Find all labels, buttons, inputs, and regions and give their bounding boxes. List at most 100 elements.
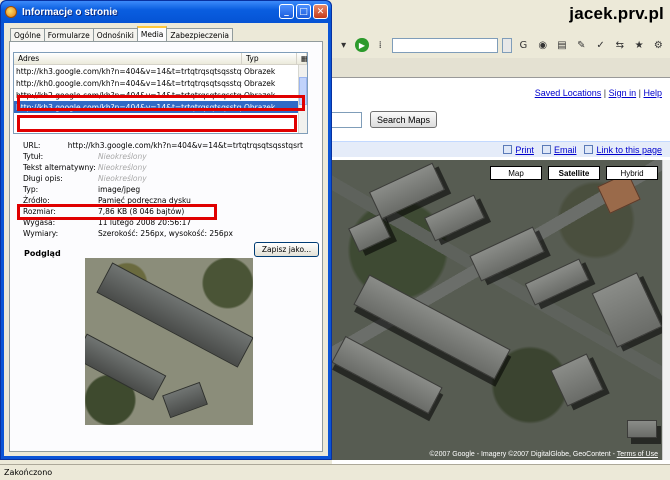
prop-url: URL: http://kh3.google.com/kh?n=404&v=14&… bbox=[23, 140, 303, 151]
translate-icon[interactable]: ⇆ bbox=[612, 37, 627, 53]
prop-value: Nieokreślony bbox=[98, 163, 147, 172]
top-links: Saved Locations | Sign in | Help bbox=[535, 88, 662, 98]
prop-value: Pamięć podręczna dysku bbox=[98, 196, 191, 205]
saved-locations-link[interactable]: Saved Locations bbox=[535, 88, 602, 98]
page-scrollbar[interactable] bbox=[662, 160, 670, 460]
item-url: http://kh3.google.com/kh?n=404&v=14&t=tr… bbox=[16, 66, 242, 76]
tab-strip bbox=[332, 58, 670, 78]
list-item[interactable]: http://kh3.google.com/kh?n=404&v=14&t=tr… bbox=[14, 65, 307, 77]
prop-source: Źródło: Pamięć podręczna dysku bbox=[23, 195, 303, 206]
pagerank-icon[interactable]: ▤ bbox=[554, 37, 569, 53]
maps-search-input[interactable] bbox=[332, 112, 362, 128]
email-label: Email bbox=[553, 144, 577, 155]
options-icon[interactable]: ⚙ bbox=[651, 37, 666, 53]
map-button[interactable]: Map bbox=[490, 166, 542, 180]
status-bar: Zakończono bbox=[0, 464, 670, 480]
tab-media[interactable]: Media bbox=[136, 26, 168, 41]
print-label: Print bbox=[515, 144, 534, 155]
spellcheck-icon[interactable]: ✓ bbox=[593, 37, 608, 53]
maps-page: Saved Locations | Sign in | Help Search … bbox=[332, 78, 670, 464]
list-scrollbar[interactable] bbox=[298, 65, 307, 133]
item-type: Obrazek bbox=[244, 78, 276, 88]
watermark: jacek.prv.pl bbox=[569, 4, 664, 23]
media-list-header: Adres Typ ▦ bbox=[14, 53, 307, 65]
prop-value: Nieokreślony bbox=[98, 152, 147, 161]
satellite-button[interactable]: Satellite bbox=[548, 166, 600, 180]
preview-heading: Podgląd bbox=[24, 249, 61, 258]
satellite-map[interactable]: Map Satellite Hybrid ©2007 Google - Imag… bbox=[332, 160, 662, 460]
prop-alt-text: Tekst alternatywny: Nieokreślony bbox=[23, 162, 303, 173]
tab-general[interactable]: Ogólne bbox=[10, 28, 45, 41]
tab-forms[interactable]: Formularze bbox=[43, 28, 94, 41]
prop-label: Typ: bbox=[23, 185, 39, 194]
close-icon: ✕ bbox=[316, 6, 325, 17]
prop-label: Wygasa: bbox=[23, 218, 56, 227]
prop-value: Szerokość: 256px, wysokość: 256px bbox=[98, 229, 233, 238]
list-item[interactable]: http://kh2.google.com/kh?n=404&v=14&t=tr… bbox=[14, 89, 307, 101]
search-maps-button[interactable]: Search Maps bbox=[370, 111, 438, 128]
prop-value: image/jpeg bbox=[98, 185, 141, 194]
column-type[interactable]: Typ bbox=[242, 53, 297, 64]
link-bar: Print Email Link to this page bbox=[332, 141, 670, 157]
minimize-button[interactable]: _ bbox=[279, 4, 294, 19]
prop-label: Długi opis: bbox=[23, 174, 63, 183]
search-globe-icon[interactable]: ◉ bbox=[535, 37, 550, 53]
list-item-selected[interactable]: http://kh3.google.com/kh?n=404&v=14&t=tr… bbox=[14, 101, 307, 113]
prop-type: Typ: image/jpeg bbox=[23, 184, 303, 195]
image-preview bbox=[85, 258, 253, 425]
item-type: Obrazek bbox=[244, 90, 276, 100]
prop-value: 11 lutego 2008 20:56:17 bbox=[98, 218, 192, 227]
map-building bbox=[550, 353, 604, 407]
map-building bbox=[348, 213, 391, 253]
item-url: http://kh0.google.com/kh?n=404&v=14&t=tr… bbox=[16, 78, 242, 88]
save-as-button[interactable]: Zapisz jako... bbox=[254, 242, 319, 257]
item-type: Obrazek bbox=[244, 66, 276, 76]
tab-links[interactable]: Odnośniki bbox=[92, 28, 138, 41]
preview-building bbox=[162, 381, 208, 419]
close-button[interactable]: ✕ bbox=[313, 4, 328, 19]
column-address[interactable]: Adres bbox=[14, 53, 242, 64]
dialog-title: Informacje o stronie bbox=[22, 6, 118, 18]
prop-label: Źródło: bbox=[23, 196, 50, 205]
prop-label: Tytuł: bbox=[23, 152, 44, 161]
maximize-icon: □ bbox=[299, 6, 308, 17]
prop-value: 7,86 KB (8 046 bajtów) bbox=[98, 207, 185, 216]
prop-value: Nieokreślony bbox=[98, 174, 147, 183]
column-picker-icon[interactable]: ▦ bbox=[297, 53, 307, 64]
search-combo[interactable] bbox=[391, 37, 499, 53]
dialog-titlebar[interactable]: Informacje o stronie _ □ ✕ bbox=[1, 1, 331, 23]
item-url: http://kh3.google.com/kh?n=404&v=14&t=tr… bbox=[16, 102, 242, 112]
tab-security[interactable]: Zabezpieczenia bbox=[166, 28, 234, 41]
browser-toolbar: ▾ ▶ ⁞ G ◉ ▤ ✎ ✓ ⇆ ★ ⚙ bbox=[332, 34, 670, 56]
email-icon bbox=[541, 145, 551, 154]
map-building bbox=[627, 420, 657, 438]
help-link[interactable]: Help bbox=[643, 88, 662, 98]
prop-long-desc: Długi opis: Nieokreślony bbox=[23, 173, 303, 184]
scroll-thumb[interactable] bbox=[299, 77, 307, 105]
link-to-page-link[interactable]: Link to this page bbox=[584, 145, 662, 155]
media-list[interactable]: Adres Typ ▦ http://kh3.google.com/kh?n=4… bbox=[13, 52, 308, 134]
map-building bbox=[368, 162, 446, 220]
go-icon[interactable]: ▶ bbox=[355, 38, 369, 52]
map-copyright: ©2007 Google - Imagery ©2007 DigitalGlob… bbox=[430, 451, 658, 458]
prop-value: http://kh3.google.com/kh?n=404&v=14&t=tr… bbox=[67, 141, 303, 150]
terms-of-use-link[interactable]: Terms of Use bbox=[617, 451, 658, 458]
sign-in-link[interactable]: Sign in bbox=[609, 88, 637, 98]
highlight-icon[interactable]: ✎ bbox=[574, 37, 589, 53]
prop-dimensions: Wymiary: Szerokość: 256px, wysokość: 256p… bbox=[23, 228, 303, 239]
print-link[interactable]: Print bbox=[503, 145, 534, 155]
grip-icon: ⁞ bbox=[378, 39, 382, 51]
email-link[interactable]: Email bbox=[541, 144, 577, 155]
item-type: Obrazek bbox=[244, 102, 276, 112]
maximize-button[interactable]: □ bbox=[296, 4, 311, 19]
dropdown-arrow-icon[interactable]: ▾ bbox=[336, 37, 351, 53]
page-info-dialog: Informacje o stronie _ □ ✕ Ogólne Formul… bbox=[0, 0, 332, 460]
list-item[interactable]: http://kh0.google.com/kh?n=404&v=14&t=tr… bbox=[14, 77, 307, 89]
search-combo-arrow[interactable] bbox=[502, 37, 512, 53]
hybrid-button[interactable]: Hybrid bbox=[606, 166, 658, 180]
prop-size: Rozmiar: 7,86 KB (8 046 bajtów) bbox=[23, 206, 303, 217]
prop-label: URL: bbox=[23, 141, 41, 150]
bookmark-icon[interactable]: ★ bbox=[631, 37, 646, 53]
minimize-icon: _ bbox=[284, 6, 289, 17]
google-icon[interactable]: G bbox=[516, 37, 531, 53]
